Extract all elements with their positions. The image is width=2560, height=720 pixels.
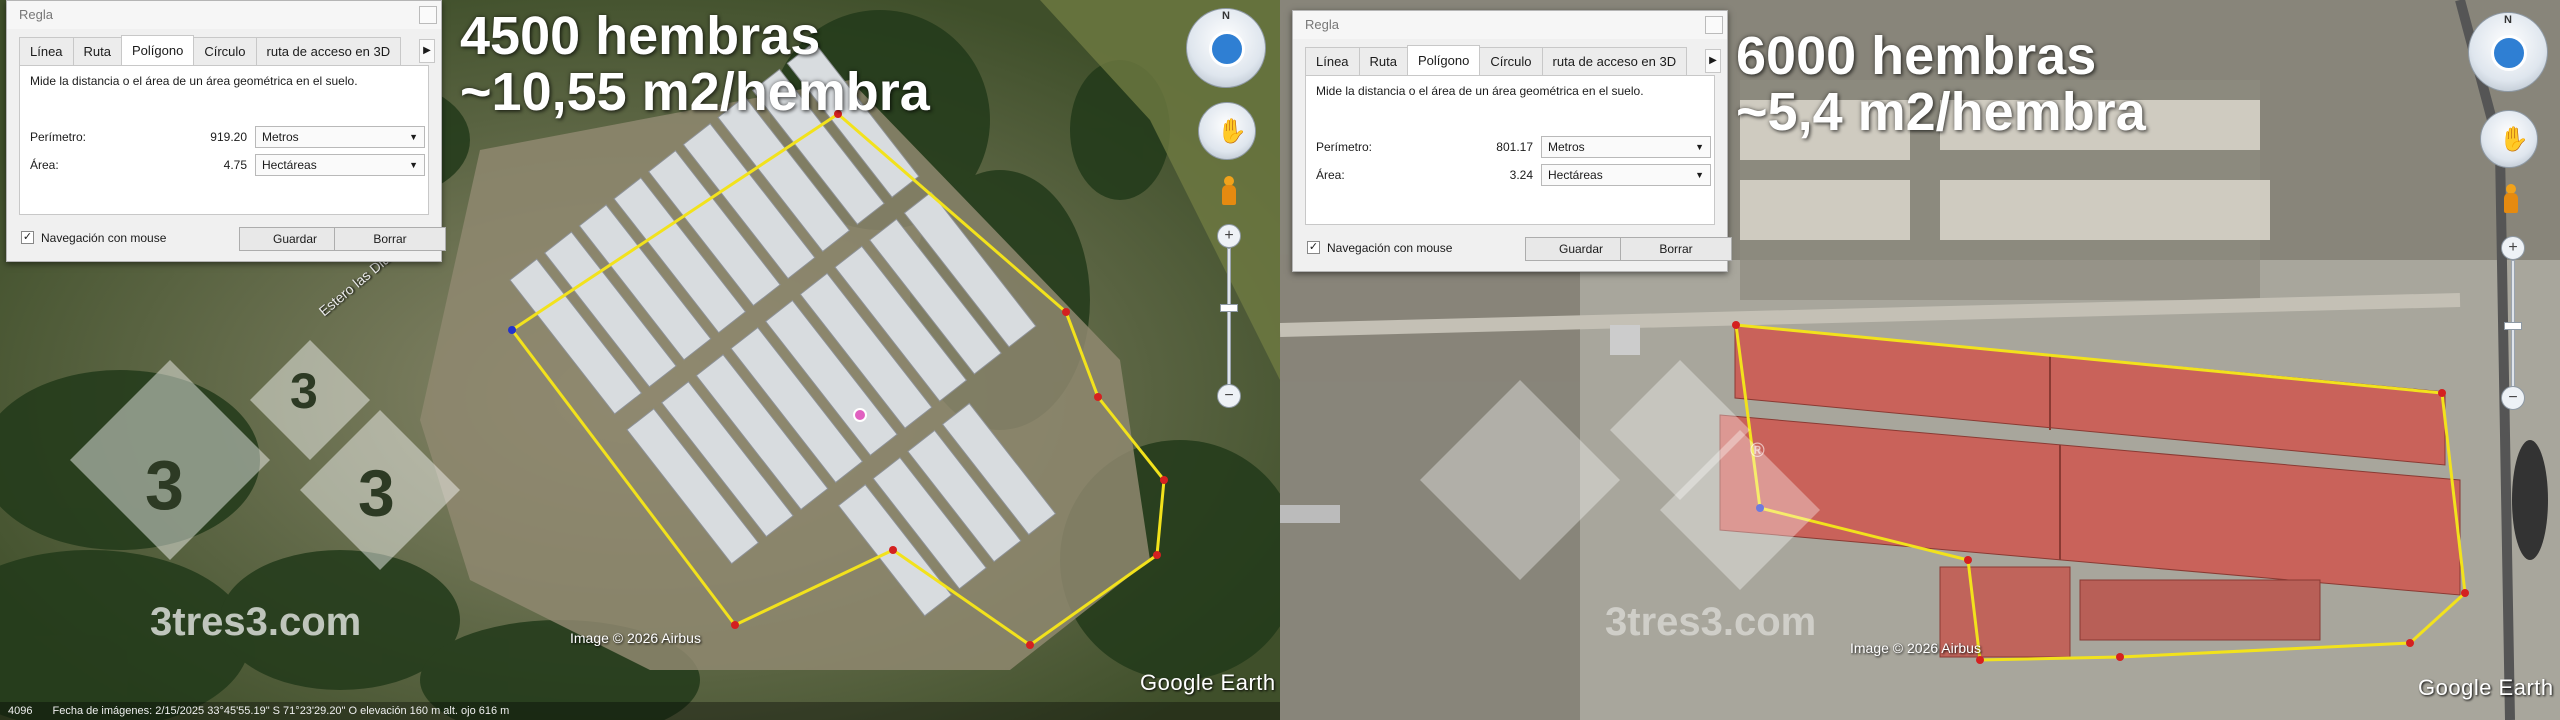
tab-circle[interactable]: Círculo xyxy=(193,37,257,65)
zoom-track[interactable] xyxy=(1227,248,1231,386)
perimeter-unit-select[interactable]: Metros ▼ xyxy=(255,126,425,148)
left-map-view[interactable]: Estero las Diucas 3 3 3 3tres3.com 4500 … xyxy=(0,0,1280,720)
headline-left: 4500 hembras ~10,55 m2/hembra xyxy=(460,8,930,120)
ruler-dialog: Regla Línea Ruta Polígono Círculo ruta d… xyxy=(6,0,446,262)
image-credit: Image © 2026 Airbus xyxy=(1850,640,1981,656)
zoom-in-icon[interactable]: + xyxy=(1217,224,1241,248)
north-indicator: N xyxy=(1222,10,1230,22)
area-label: Área: xyxy=(30,158,59,172)
area-row: Área: 3.24 Hectáreas ▼ xyxy=(1316,164,1711,186)
headline-sows: 6000 hembras xyxy=(1736,26,2097,86)
zoom-thumb[interactable] xyxy=(2504,322,2522,330)
look-compass-control[interactable]: N xyxy=(2468,12,2548,92)
perimeter-value: 801.17 xyxy=(1496,140,1533,154)
look-eye-icon xyxy=(2491,35,2527,71)
tab-polygon[interactable]: Polígono xyxy=(1407,45,1481,75)
zoom-thumb[interactable] xyxy=(1220,304,1238,312)
north-indicator: N xyxy=(2504,14,2512,26)
tab-scroll-right-icon[interactable]: ▶ xyxy=(419,39,435,63)
mouse-nav-label: Navegación con mouse xyxy=(1327,241,1453,255)
status-bar: 4096 Fecha de imágenes: 2/15/2025 33°45'5… xyxy=(0,702,1280,720)
perimeter-unit: Metros xyxy=(1548,140,1585,154)
registered-mark: ® xyxy=(1750,440,1765,462)
area-label: Área: xyxy=(1316,168,1345,182)
google-earth-logo: Google Earth xyxy=(2418,675,2554,700)
hand-icon: ✋ xyxy=(2499,126,2529,153)
tab-circle[interactable]: Círculo xyxy=(1479,47,1543,75)
move-control[interactable]: ✋ xyxy=(1198,102,1256,160)
dialog-title: Regla xyxy=(1293,11,1727,39)
area-unit-select[interactable]: Hectáreas ▼ xyxy=(255,154,425,176)
zoom-out-icon[interactable]: − xyxy=(1217,384,1241,408)
tab-scroll-right-icon[interactable]: ▶ xyxy=(1705,49,1721,73)
watermark-digit: 3 xyxy=(145,446,184,524)
chevron-down-icon: ▼ xyxy=(1695,142,1704,152)
chevron-down-icon: ▼ xyxy=(1695,170,1704,180)
watermark-digit: 3 xyxy=(290,363,318,419)
watermark-digit: 3 xyxy=(358,456,395,530)
mouse-nav-checkbox[interactable]: ✓ xyxy=(1307,241,1320,254)
tab-3d-path[interactable]: ruta de acceso en 3D xyxy=(255,37,402,65)
chevron-down-icon: ▼ xyxy=(409,132,418,142)
dialog-title: Regla xyxy=(7,1,441,29)
ruler-body: Mide la distancia o el área de un área g… xyxy=(19,65,429,215)
hand-icon: ✋ xyxy=(1217,118,1247,145)
tab-polygon[interactable]: Polígono xyxy=(121,35,195,65)
area-value: 3.24 xyxy=(1509,168,1533,182)
area-unit: Hectáreas xyxy=(1548,168,1603,182)
ruler-footer: ✓ Navegación con mouse Guardar Borrar xyxy=(19,225,446,251)
area-value: 4.75 xyxy=(223,158,247,172)
perimeter-label: Perímetro: xyxy=(1316,140,1373,154)
mouse-nav-label: Navegación con mouse xyxy=(41,231,167,245)
area-unit-select[interactable]: Hectáreas ▼ xyxy=(1541,164,1711,186)
chevron-down-icon: ▼ xyxy=(409,160,418,170)
scale-value: 4096 xyxy=(8,705,33,717)
perimeter-label: Perímetro: xyxy=(30,130,87,144)
tab-line[interactable]: Línea xyxy=(19,37,74,65)
area-row: Área: 4.75 Hectáreas ▼ xyxy=(30,154,425,176)
ruler-tabs: Línea Ruta Polígono Círculo ruta de acce… xyxy=(19,35,402,65)
look-compass-control[interactable]: N xyxy=(1186,8,1266,88)
mouse-nav-checkbox[interactable]: ✓ xyxy=(21,231,34,244)
right-map-view[interactable]: 3tres3.com ® 6000 hembras ~5,4 m2/hembra… xyxy=(1280,0,2560,720)
clear-button[interactable]: Borrar xyxy=(334,227,446,251)
move-control[interactable]: ✋ xyxy=(2480,110,2538,168)
headline-sows: 4500 hembras xyxy=(460,6,821,66)
image-credit: Image © 2026 Airbus xyxy=(570,630,701,646)
watermark-text: 3tres3.com xyxy=(150,600,362,644)
clear-button[interactable]: Borrar xyxy=(1620,237,1732,261)
perimeter-row: Perímetro: 919.20 Metros ▼ xyxy=(30,126,425,148)
tab-path[interactable]: Ruta xyxy=(1358,47,1409,75)
close-icon[interactable] xyxy=(1705,16,1723,34)
ruler-body: Mide la distancia o el área de un área g… xyxy=(1305,75,1715,225)
look-eye-icon xyxy=(1209,31,1245,67)
ruler-dialog: Regla Línea Ruta Polígono Círculo ruta d… xyxy=(1292,10,1732,272)
perimeter-unit: Metros xyxy=(262,130,299,144)
close-icon[interactable] xyxy=(419,6,437,24)
google-earth-logo: Google Earth xyxy=(1140,670,1276,695)
area-unit: Hectáreas xyxy=(262,158,317,172)
headline-right: 6000 hembras ~5,4 m2/hembra xyxy=(1736,28,2146,140)
street-view-pegman-icon[interactable] xyxy=(1220,176,1238,210)
status-coordinates: Fecha de imágenes: 2/15/2025 33°45'55.19… xyxy=(52,705,510,717)
tab-3d-path[interactable]: ruta de acceso en 3D xyxy=(1541,47,1688,75)
tab-path[interactable]: Ruta xyxy=(72,37,123,65)
ruler-footer: ✓ Navegación con mouse Guardar Borrar xyxy=(1305,235,1732,261)
perimeter-row: Perímetro: 801.17 Metros ▼ xyxy=(1316,136,1711,158)
watermark-text: 3tres3.com xyxy=(1605,600,1817,644)
perimeter-value: 919.20 xyxy=(210,130,247,144)
headline-density: ~5,4 m2/hembra xyxy=(1736,82,2146,142)
zoom-in-icon[interactable]: + xyxy=(2501,236,2525,260)
tab-line[interactable]: Línea xyxy=(1305,47,1360,75)
street-view-pegman-icon[interactable] xyxy=(2502,184,2520,218)
ruler-tabs: Línea Ruta Polígono Círculo ruta de acce… xyxy=(1305,45,1688,75)
ruler-description: Mide la distancia o el área de un área g… xyxy=(1316,84,1644,98)
ruler-description: Mide la distancia o el área de un área g… xyxy=(30,74,358,88)
perimeter-unit-select[interactable]: Metros ▼ xyxy=(1541,136,1711,158)
zoom-out-icon[interactable]: − xyxy=(2501,386,2525,410)
headline-density: ~10,55 m2/hembra xyxy=(460,62,930,122)
